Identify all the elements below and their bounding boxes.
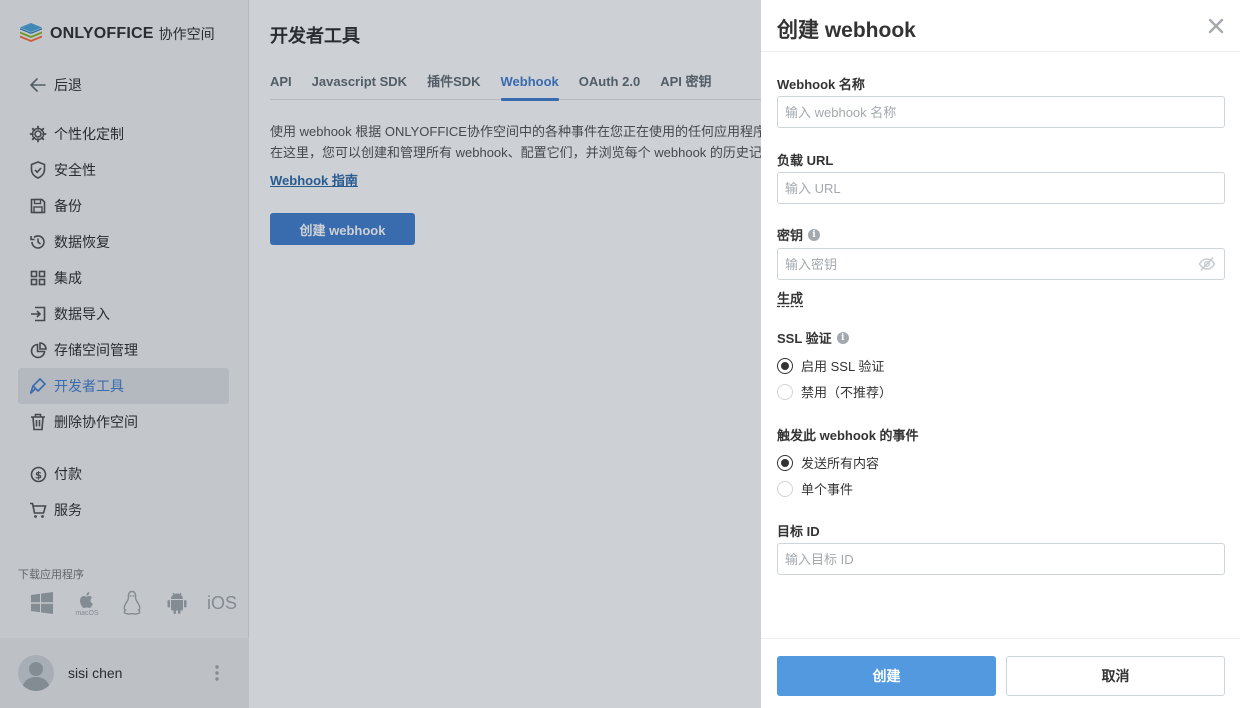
target-id-input[interactable]	[777, 543, 1225, 575]
target-id-label: 目标 ID	[777, 521, 820, 540]
payload-url-label: 负载 URL	[777, 150, 833, 169]
events-single-radio[interactable]: 单个事件	[777, 479, 853, 498]
webhook-name-label: Webhook 名称	[777, 74, 865, 93]
radio-button[interactable]	[777, 383, 793, 400]
modal-backdrop[interactable]	[0, 0, 761, 708]
label-text: SSL 验证	[777, 331, 832, 346]
label-text: 负载 URL	[777, 153, 834, 168]
webhook-name-input[interactable]	[777, 96, 1225, 128]
ssl-enable-radio[interactable]: 启用 SSL 验证	[777, 356, 884, 375]
panel-title: 创建 webhook	[777, 19, 916, 42]
trigger-events-label: 触发此 webhook 的事件	[777, 425, 919, 444]
radio-button[interactable]	[777, 480, 793, 497]
label-text: 目标 ID	[777, 524, 820, 539]
generate-secret-link[interactable]: 生成	[777, 288, 803, 307]
create-button[interactable]: 创建	[777, 656, 996, 696]
create-webhook-panel: 创建 webhook Webhook 名称 负载 URL 密钥 i 生成 SSL…	[761, 0, 1240, 708]
close-icon[interactable]	[1206, 16, 1226, 36]
ssl-disable-radio[interactable]: 禁用（不推荐）	[777, 382, 892, 401]
radio-label: 单个事件	[801, 482, 854, 497]
label-text: Webhook 名称	[777, 77, 865, 92]
secret-key-input[interactable]	[777, 248, 1225, 280]
events-all-radio[interactable]: 发送所有内容	[777, 453, 879, 472]
radio-label: 发送所有内容	[801, 456, 880, 471]
payload-url-input[interactable]	[777, 172, 1225, 204]
label-text: 密钥	[777, 228, 804, 243]
info-icon[interactable]: i	[836, 331, 849, 344]
radio-button[interactable]	[777, 357, 793, 374]
radio-button[interactable]	[777, 454, 793, 471]
ssl-label: SSL 验证 i	[777, 328, 849, 347]
radio-label: 启用 SSL 验证	[801, 359, 885, 374]
label-text: 触发此 webhook 的事件	[777, 428, 919, 443]
cancel-button[interactable]: 取消	[1006, 656, 1225, 696]
panel-footer: 创建 取消	[761, 638, 1240, 708]
eye-off-icon[interactable]	[1198, 256, 1216, 272]
radio-label: 禁用（不推荐）	[801, 385, 893, 400]
panel-header: 创建 webhook	[761, 0, 1240, 52]
secret-key-label: 密钥 i	[777, 225, 821, 244]
info-icon[interactable]: i	[808, 228, 821, 241]
